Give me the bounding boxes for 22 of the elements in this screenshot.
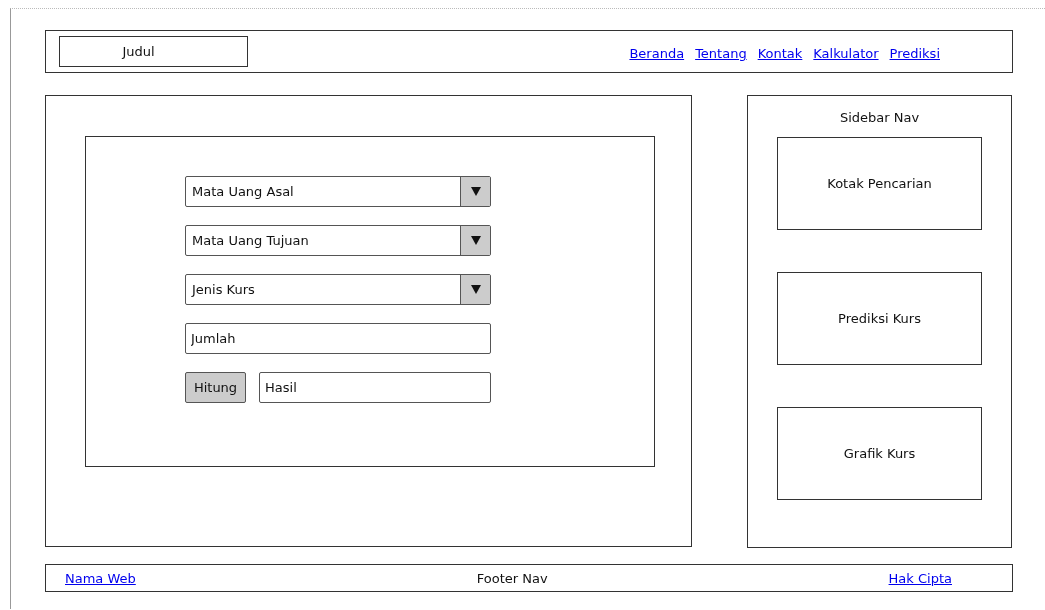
footer-link[interactable]: Hak Cipta	[888, 570, 952, 586]
footer-link[interactable]: Nama Web	[65, 570, 136, 586]
caret-icon	[470, 236, 481, 245]
calculate-button[interactable]: Hitung	[185, 372, 246, 403]
sidebar-title: Sidebar Nav	[839, 110, 920, 125]
sidebar-box: Kotak Pencarian	[777, 137, 982, 230]
input-field[interactable]: Jumlah	[185, 323, 491, 354]
footer-title: Footer Nav	[476, 570, 548, 586]
sidebar-box: Prediksi Kurs	[777, 272, 982, 365]
caret-icon	[470, 285, 481, 294]
dropdown[interactable]: Mata Uang Asal	[185, 176, 491, 207]
sidebar-box: Grafik Kurs	[777, 407, 982, 500]
result-field[interactable]: Hasil	[259, 372, 491, 403]
dropdown[interactable]: Mata Uang Tujuan	[185, 225, 491, 256]
nav-link[interactable]: Tentang	[695, 46, 747, 61]
site-title: Judul	[59, 36, 248, 67]
nav-link[interactable]: Prediksi	[889, 46, 940, 61]
nav-link[interactable]: Beranda	[629, 46, 685, 61]
nav-link[interactable]: Kontak	[757, 46, 803, 61]
caret-icon	[470, 187, 481, 196]
dropdown[interactable]: Jenis Kurs	[185, 274, 491, 305]
nav-link[interactable]: Kalkulator	[813, 46, 879, 61]
